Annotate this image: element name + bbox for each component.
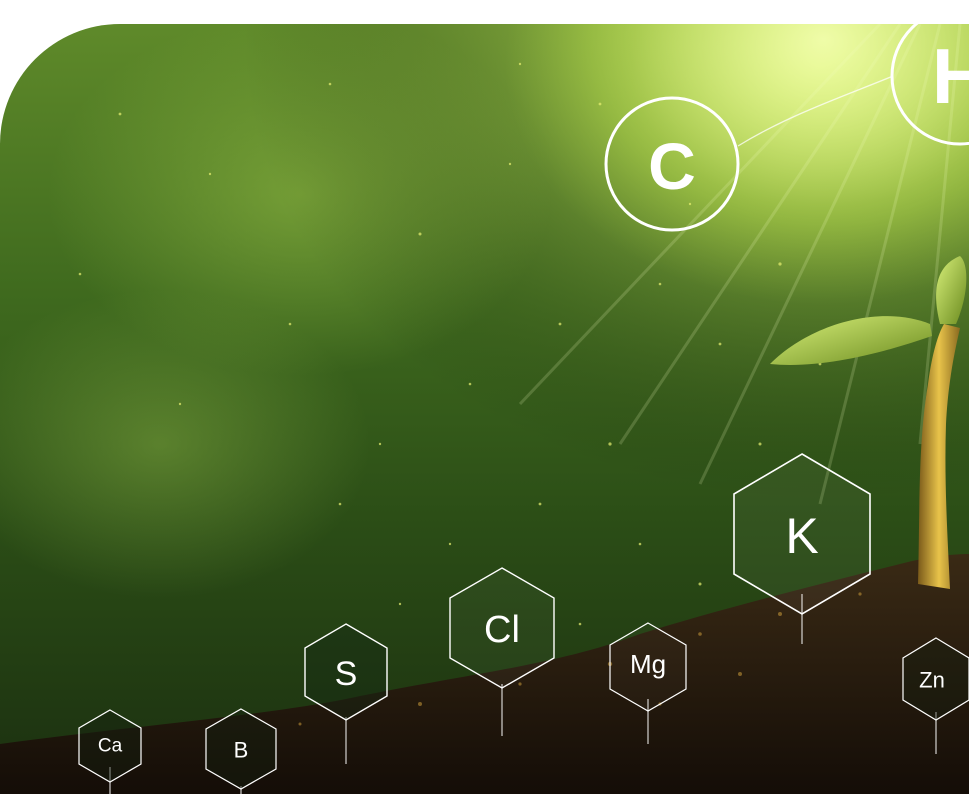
element-s-label: S (335, 655, 358, 693)
element-cl-label: Cl (484, 609, 520, 651)
photo-background: C H K Cl S Mg Zn Ca B (0, 24, 969, 794)
element-b-label: B (234, 738, 249, 763)
element-h-label: H (932, 32, 969, 120)
element-ca-label: Ca (98, 736, 123, 757)
element-mg-label: Mg (630, 649, 666, 679)
bottom-margin (0, 794, 969, 802)
element-k-label: K (785, 508, 818, 564)
element-c-label: C (648, 129, 696, 203)
scene-illustration: C H K Cl S Mg Zn Ca B (0, 24, 969, 794)
element-zn-label: Zn (919, 668, 945, 693)
